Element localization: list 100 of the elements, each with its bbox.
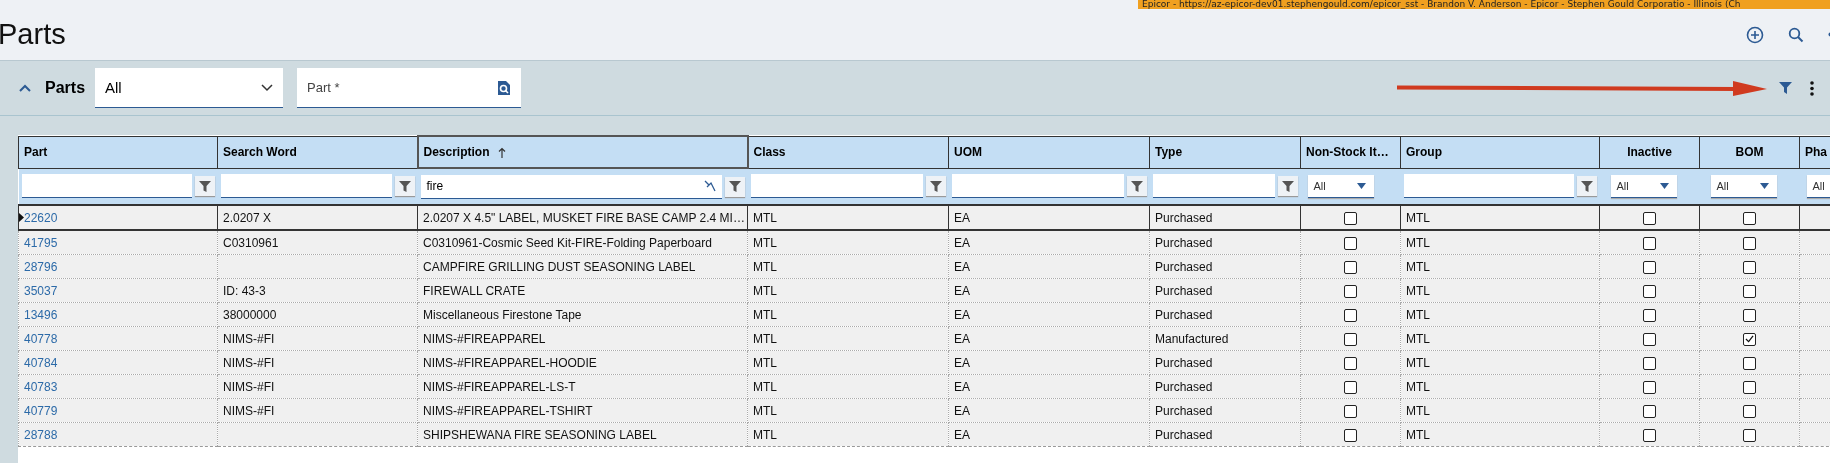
checkbox[interactable] [1643, 380, 1656, 394]
part-link[interactable]: 40778 [24, 331, 58, 346]
checkbox[interactable] [1344, 308, 1357, 322]
table-cell: NIMS-#FI [223, 379, 275, 394]
table-cell: EA [954, 235, 970, 250]
column-header[interactable]: UOM [948, 136, 1150, 168]
part-link[interactable]: 40783 [24, 379, 58, 394]
checkbox[interactable] [1743, 260, 1756, 274]
table-cell: Purchased [1155, 307, 1213, 322]
table-cell: SHIPSHEWANA FIRE SEASONING LABEL [423, 427, 657, 442]
more-vertical-icon[interactable] [1810, 80, 1814, 96]
checkbox[interactable] [1344, 260, 1357, 274]
checkbox[interactable] [1743, 211, 1756, 225]
column-header[interactable]: Non-Stock It… [1300, 136, 1401, 168]
part-link[interactable]: 40784 [24, 355, 58, 370]
filter-button[interactable] [1126, 176, 1147, 197]
filter-input[interactable] [951, 174, 1124, 199]
part-search-field[interactable]: Part * [297, 68, 522, 108]
table-cell: MTL [1406, 427, 1430, 442]
table-cell: NIMS-#FI [223, 403, 275, 418]
checkbox[interactable] [1643, 260, 1656, 274]
filter-icon [1580, 180, 1593, 192]
clear-filter-icon[interactable] [703, 180, 716, 192]
checkbox[interactable] [1643, 284, 1656, 298]
column-header[interactable]: Search Word [217, 136, 418, 168]
checkbox[interactable] [1344, 428, 1357, 442]
table-cell: EA [954, 210, 970, 225]
filter-button[interactable] [724, 176, 745, 197]
column-header[interactable]: Pha [1799, 136, 1830, 168]
part-link[interactable]: 22620 [24, 210, 58, 225]
add-icon[interactable] [1746, 25, 1764, 44]
table-cell: NIMS-#FI [223, 331, 275, 346]
filter-icon[interactable] [1779, 82, 1792, 94]
filter-input[interactable] [1152, 174, 1275, 199]
filter-select[interactable]: All [1610, 174, 1677, 198]
checkbox[interactable] [1643, 236, 1656, 250]
filter-input[interactable] [21, 174, 192, 199]
checkbox[interactable] [1643, 356, 1656, 370]
checkbox[interactable] [1344, 332, 1357, 346]
checkbox[interactable] [1743, 380, 1756, 394]
filter-button[interactable] [394, 176, 415, 197]
checkbox[interactable] [1743, 284, 1756, 298]
search-icon[interactable] [1788, 26, 1804, 43]
view-select[interactable]: All [95, 68, 284, 108]
column-header[interactable]: Class [747, 136, 949, 168]
filter-input[interactable] [750, 174, 923, 199]
part-link[interactable]: 35037 [24, 283, 58, 298]
filter-input[interactable] [1403, 174, 1574, 199]
part-link[interactable]: 40779 [24, 403, 58, 418]
checkbox[interactable] [1643, 308, 1656, 322]
filter-button[interactable] [194, 176, 215, 197]
column-header[interactable]: BOM [1699, 136, 1800, 168]
column-header[interactable]: Description [417, 136, 748, 168]
checkbox[interactable] [1643, 404, 1656, 418]
table-cell: C0310961 [223, 235, 279, 250]
table-cell: EA [954, 403, 970, 418]
collapse-caret-icon[interactable] [19, 84, 31, 92]
table-cell: MTL [753, 307, 777, 322]
filter-select[interactable]: All [1307, 174, 1374, 198]
checkbox[interactable] [1344, 211, 1357, 225]
checkbox[interactable] [1344, 404, 1357, 418]
column-header[interactable]: Type [1149, 136, 1301, 168]
checkbox[interactable] [1743, 332, 1756, 346]
part-link[interactable]: 13496 [24, 307, 58, 322]
checkbox[interactable] [1743, 308, 1756, 322]
table-cell: EA [954, 307, 970, 322]
checkbox[interactable] [1743, 404, 1756, 418]
table-cell: MTL [1406, 235, 1430, 250]
part-link[interactable]: 41795 [24, 235, 58, 250]
part-link[interactable]: 28788 [24, 427, 58, 442]
filter-input[interactable]: fire [420, 174, 722, 199]
checkbox[interactable] [1743, 236, 1756, 250]
table-cell: MTL [1406, 307, 1430, 322]
checkbox[interactable] [1743, 428, 1756, 442]
part-link[interactable]: 28796 [24, 259, 58, 274]
checkbox[interactable] [1643, 211, 1656, 225]
filter-button[interactable] [925, 176, 946, 197]
table-cell: MTL [1406, 379, 1430, 394]
table-cell: MTL [753, 427, 777, 442]
checkbox[interactable] [1344, 284, 1357, 298]
checkbox[interactable] [1643, 428, 1656, 442]
checkbox[interactable] [1344, 356, 1357, 370]
table-cell: MTL [753, 259, 777, 274]
checkbox[interactable] [1643, 332, 1656, 346]
filter-input[interactable] [220, 174, 392, 199]
search-document-icon[interactable] [497, 80, 512, 96]
table-cell: MTL [753, 235, 777, 250]
filter-select[interactable]: All [1806, 174, 1830, 198]
filter-select[interactable]: All [1710, 174, 1777, 198]
checkbox[interactable] [1344, 380, 1357, 394]
filter-icon [929, 180, 942, 192]
checkbox[interactable] [1743, 356, 1756, 370]
checkbox[interactable] [1344, 236, 1357, 250]
column-header[interactable]: Group [1400, 136, 1600, 168]
table-cell: 2.0207 X [223, 210, 272, 225]
filter-button[interactable] [1576, 176, 1597, 197]
table-cell: NIMS-#FIREAPPAREL [423, 331, 546, 346]
column-header[interactable]: Part [18, 136, 218, 168]
filter-button[interactable] [1277, 176, 1298, 197]
column-header[interactable]: Inactive [1599, 136, 1700, 168]
